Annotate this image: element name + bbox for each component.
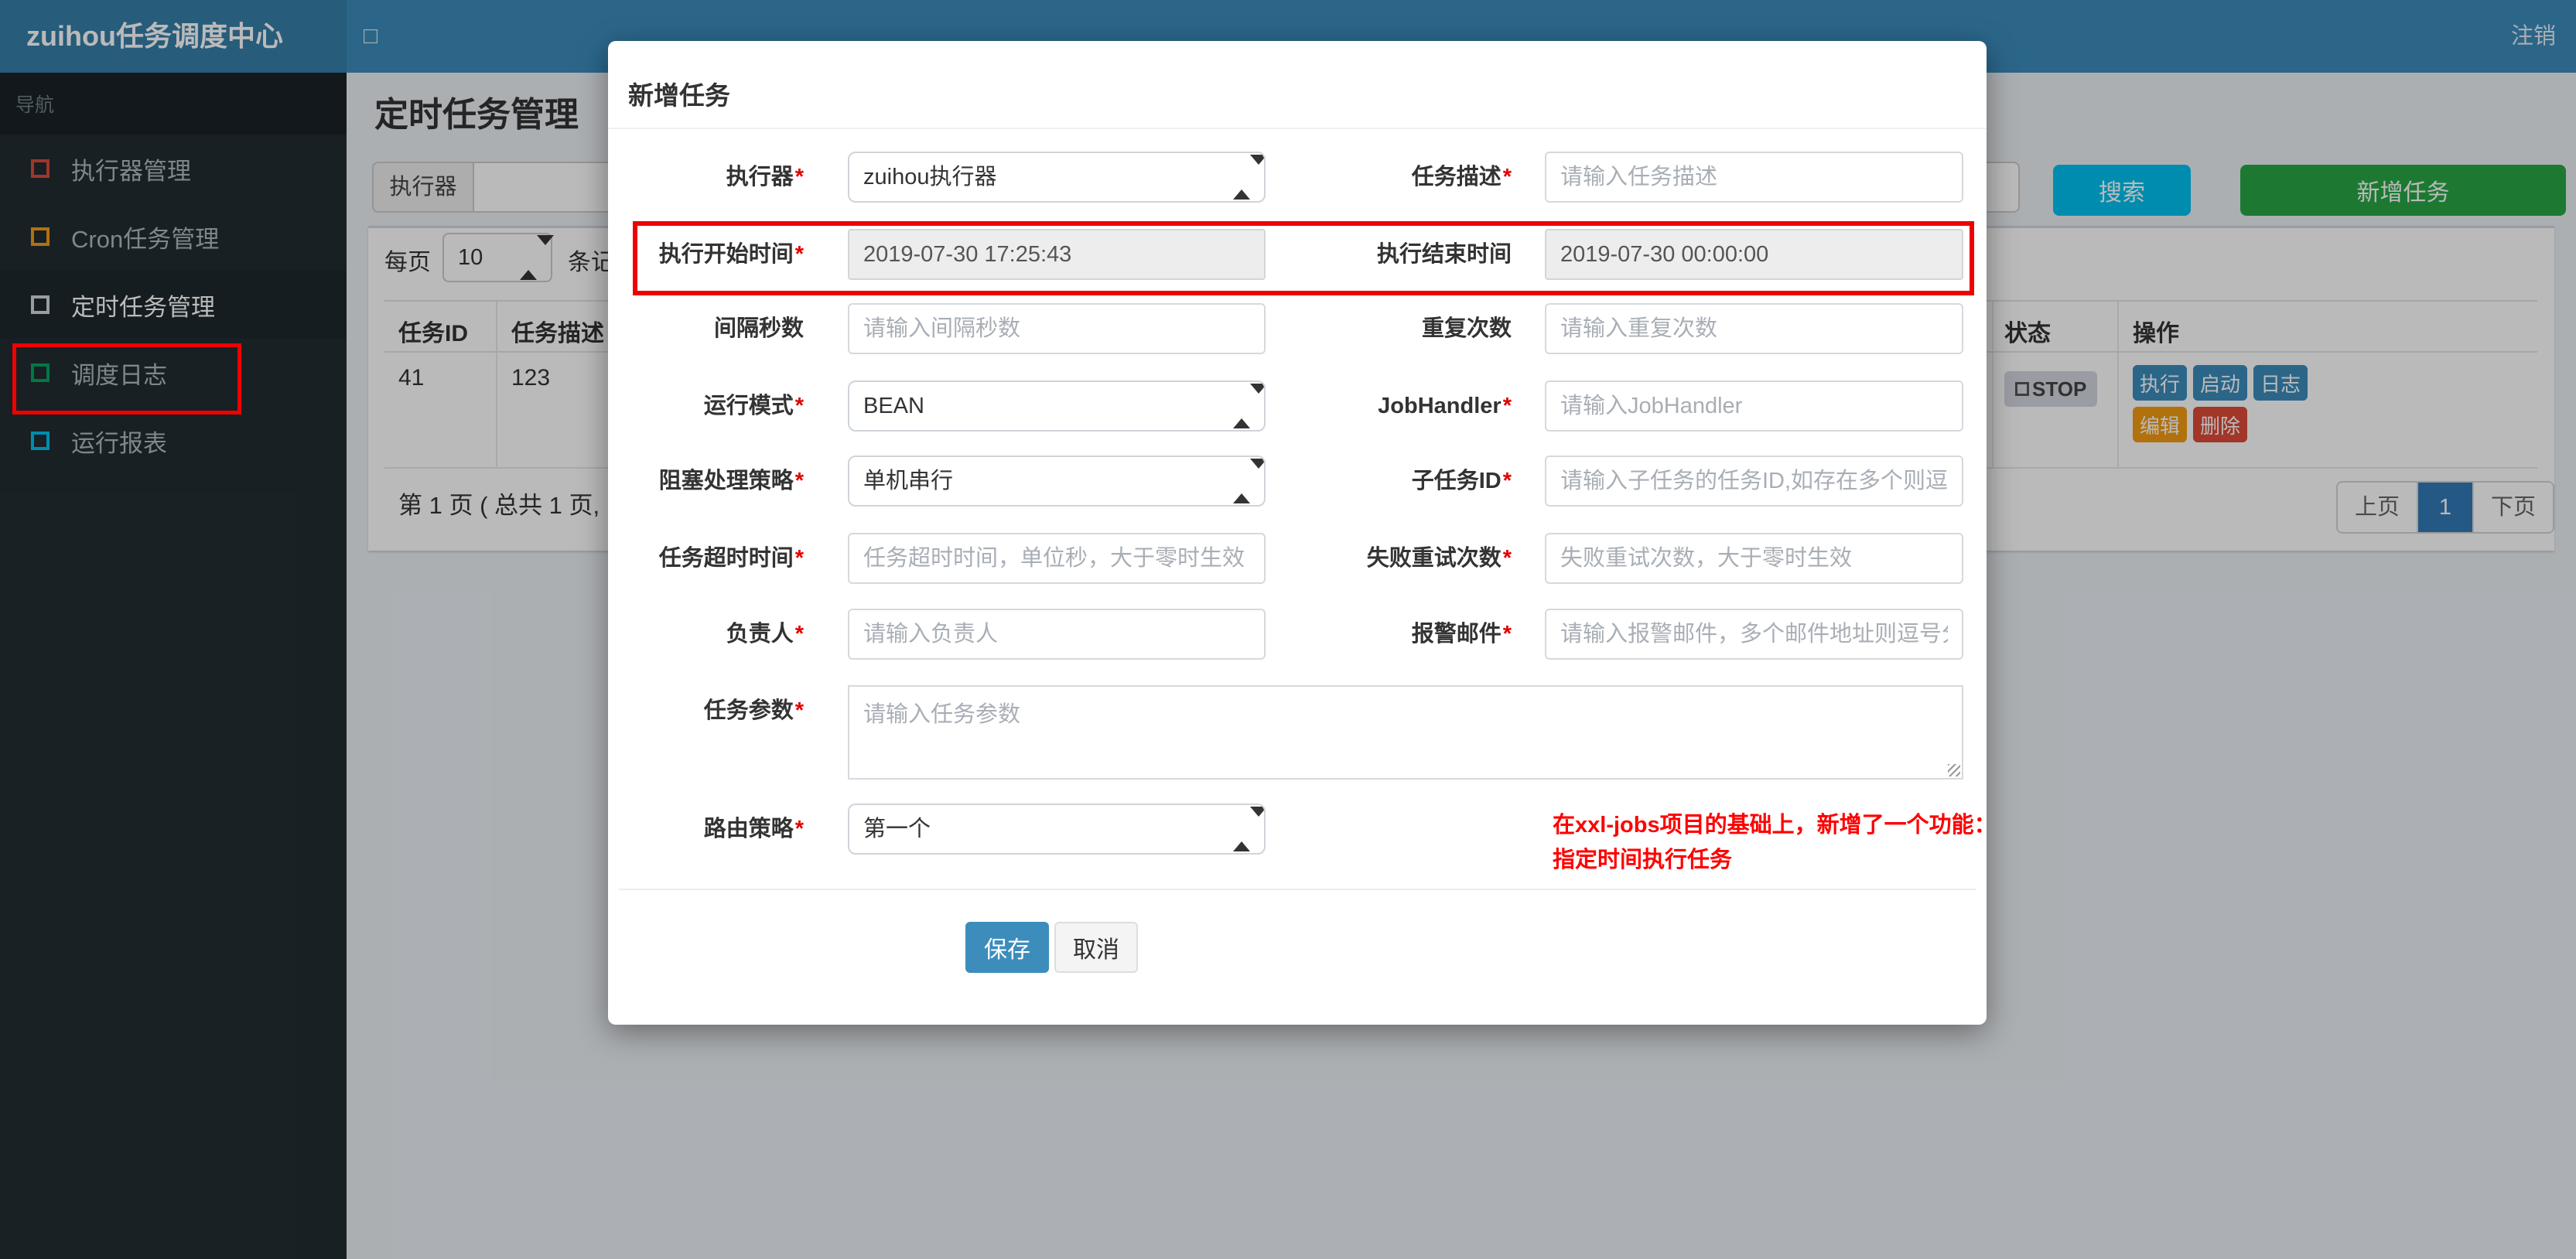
task-params-label: 任务参数 (608, 685, 804, 736)
select-caret-icon (1233, 382, 1264, 430)
annotation-note: 在xxl-jobs项目的基础上，新增了一个功能： 指定时间执行任务 (1553, 808, 2032, 878)
start-time-input[interactable] (848, 229, 1266, 280)
jobhandler-label: JobHandler (1273, 380, 1512, 432)
executor-select-value: zuihou执行器 (863, 165, 997, 189)
save-button[interactable]: 保存 (965, 922, 1049, 973)
interval-input[interactable] (848, 303, 1266, 354)
alarm-email-input[interactable] (1545, 609, 1963, 660)
divider (619, 889, 1976, 890)
select-caret-icon (1233, 153, 1264, 201)
interval-label: 间隔秒数 (713, 316, 804, 341)
executor-select[interactable]: zuihou执行器 (848, 152, 1266, 203)
retry-count-input[interactable] (1545, 533, 1963, 584)
owner-input[interactable] (848, 609, 1266, 660)
block-strategy-select[interactable]: 单机串行 (848, 455, 1266, 507)
repeat-count-label: 重复次数 (1421, 316, 1512, 341)
owner-label: 负责人 (608, 609, 804, 660)
select-caret-icon (1233, 457, 1264, 505)
end-time-label: 执行结束时间 (1376, 242, 1512, 267)
route-strategy-select[interactable]: 第一个 (848, 804, 1266, 855)
repeat-count-input[interactable] (1545, 303, 1963, 354)
task-desc-input[interactable] (1545, 152, 1963, 203)
alarm-email-label: 报警邮件 (1273, 609, 1512, 660)
retry-count-label: 失败重试次数 (1273, 533, 1512, 584)
jobhandler-input[interactable] (1545, 380, 1963, 432)
textarea-resize-handle[interactable] (1948, 764, 1960, 776)
select-caret-icon (1233, 805, 1264, 853)
modal-title: 新增任务 (628, 81, 730, 110)
add-task-modal: 新增任务 执行器 zuihou执行器 任务描述 执行开始时间 执行结束时间 间隔… (608, 41, 1997, 1025)
route-strategy-label: 路由策略 (608, 804, 804, 855)
annotation-note-line2: 指定时间执行任务 (1553, 848, 1733, 872)
timeout-label: 任务超时时间 (608, 533, 804, 584)
executor-label: 执行器 (608, 152, 804, 203)
timeout-input[interactable] (848, 533, 1266, 584)
run-mode-select[interactable]: BEAN (848, 380, 1266, 432)
start-time-label: 执行开始时间 (608, 229, 804, 280)
task-params-textarea[interactable] (848, 685, 1963, 780)
route-strategy-select-value: 第一个 (863, 817, 931, 841)
run-mode-select-value: BEAN (863, 394, 924, 418)
divider (608, 128, 1987, 129)
block-strategy-select-value: 单机串行 (863, 469, 954, 493)
end-time-input[interactable] (1545, 229, 1963, 280)
run-mode-label: 运行模式 (608, 380, 804, 432)
block-strategy-label: 阻塞处理策略 (608, 455, 804, 507)
child-task-id-input[interactable] (1545, 455, 1963, 507)
annotation-note-line1: 在xxl-jobs项目的基础上，新增了一个功能： (1553, 813, 1997, 838)
child-task-id-label: 子任务ID (1273, 455, 1512, 507)
task-desc-label: 任务描述 (1273, 152, 1512, 203)
cancel-button[interactable]: 取消 (1054, 922, 1138, 973)
